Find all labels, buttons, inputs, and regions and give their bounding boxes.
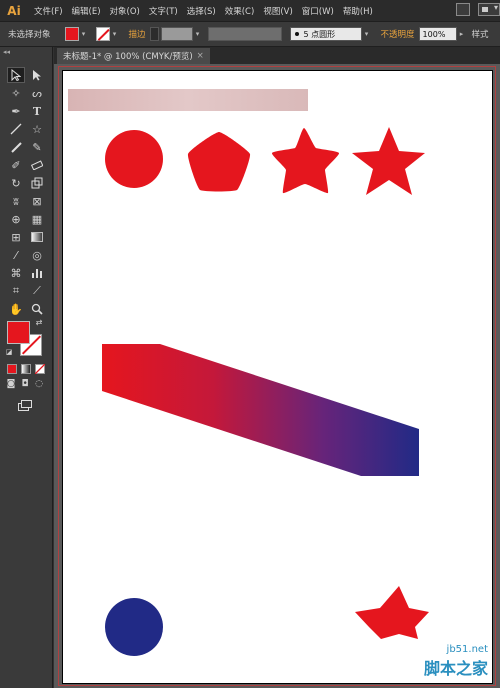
menu-view[interactable]: 视图(V): [263, 5, 292, 17]
watermark: jb51.net 脚本之家: [424, 644, 488, 679]
rounded-star-shape[interactable]: [271, 128, 340, 194]
blob-brush-tool-icon[interactable]: ✐: [7, 157, 25, 173]
stroke-label[interactable]: 描边: [129, 28, 146, 40]
bridge-icon[interactable]: [456, 3, 470, 16]
screen-mode-icon[interactable]: [16, 397, 34, 413]
menu-edit[interactable]: 编辑(E): [72, 5, 101, 17]
warp-tool-icon[interactable]: ʬ: [7, 193, 25, 209]
close-tab-icon[interactable]: ×: [197, 51, 204, 61]
stroke-dropdown-icon[interactable]: ▾: [111, 27, 119, 41]
document-tab-bar: 未标题-1* @ 100% (CMYK/预览) ×: [54, 47, 500, 64]
brush-dropdown-icon[interactable]: ▾: [363, 27, 371, 41]
menu-type[interactable]: 文字(T): [149, 5, 178, 17]
mesh-tool-icon[interactable]: ⊞: [7, 229, 25, 245]
column-graph-tool-icon[interactable]: [28, 265, 46, 281]
style-label[interactable]: 样式: [472, 28, 489, 40]
shape-builder-tool-icon[interactable]: ⊕: [7, 211, 25, 227]
gradient-band-shape[interactable]: [102, 344, 419, 476]
rounded-pentagon-shape[interactable]: [187, 132, 251, 192]
color-mode-icon[interactable]: [7, 364, 17, 374]
variable-width-profile[interactable]: [207, 27, 282, 41]
document-tab[interactable]: 未标题-1* @ 100% (CMYK/预览) ×: [57, 48, 210, 64]
direct-selection-tool-icon[interactable]: [28, 67, 46, 83]
brush-dot-icon: [294, 32, 299, 36]
selection-status: 未选择对象: [8, 30, 51, 40]
artboard[interactable]: jb51.net 脚本之家: [62, 70, 493, 684]
type-tool-icon[interactable]: T: [28, 103, 46, 119]
canvas-area[interactable]: jb51.net 脚本之家: [54, 64, 500, 688]
blue-circle-shape[interactable]: [105, 598, 163, 656]
draw-inside-icon[interactable]: ◌: [33, 378, 45, 390]
none-mode-icon[interactable]: [35, 364, 45, 374]
tools-panel: ◂◂ ✧ ᔕ ✒ T ☆ ✎ ✐ ↻ ʬ ⊠ ⊕ ▦ ⊞ ⁄ ◎ ⌘ ⌗ ⟋ ✋: [0, 47, 53, 688]
blend-tool-icon[interactable]: ◎: [28, 247, 46, 263]
arrange-documents-icon[interactable]: [478, 3, 500, 16]
swap-fill-stroke-icon[interactable]: ⇄: [34, 317, 44, 327]
opacity-dropdown-icon[interactable]: ▸: [458, 27, 466, 41]
eyedropper-tool-icon[interactable]: ⁄: [7, 247, 25, 263]
artboard-tool-icon[interactable]: ⌗: [7, 283, 25, 299]
app-logo: Ai: [7, 3, 21, 18]
red-circle-shape[interactable]: [105, 130, 163, 188]
hand-tool-icon[interactable]: ✋: [7, 301, 25, 317]
pencil-tool-icon[interactable]: ✎: [28, 139, 46, 155]
eraser-tool-icon[interactable]: [28, 157, 46, 173]
line-tool-icon[interactable]: [7, 121, 25, 137]
brush-definition[interactable]: 5 点圆形: [289, 27, 362, 41]
menu-window[interactable]: 窗口(W): [302, 5, 334, 17]
control-bar: 未选择对象 ▾ ▾ 描边 ▾ 5 点圆形 ▾ 不透明度 100% ▸ 样式: [0, 21, 500, 47]
menu-effect[interactable]: 效果(C): [225, 5, 255, 17]
menu-help[interactable]: 帮助(H): [343, 5, 373, 17]
menu-file[interactable]: 文件(F): [34, 5, 63, 17]
rotate-tool-icon[interactable]: ↻: [7, 175, 25, 191]
slice-tool-icon[interactable]: ⟋: [28, 283, 46, 299]
perspective-grid-tool-icon[interactable]: ▦: [28, 211, 46, 227]
red-star-shape[interactable]: [352, 127, 425, 195]
free-transform-tool-icon[interactable]: ⊠: [28, 193, 46, 209]
menu-select[interactable]: 选择(S): [187, 5, 216, 17]
draw-behind-icon[interactable]: ◘: [19, 378, 31, 390]
watermark-site: jb51.net: [446, 644, 488, 655]
lasso-tool-icon[interactable]: ᔕ: [28, 85, 46, 101]
menu-bar: Ai 文件(F) 编辑(E) 对象(O) 文字(T) 选择(S) 效果(C) 视…: [0, 0, 500, 21]
document-title: 未标题-1* @ 100% (CMYK/预览): [63, 52, 193, 62]
paintbrush-tool-icon[interactable]: [7, 139, 25, 155]
stroke-weight-dropdown-icon[interactable]: ▾: [194, 27, 202, 41]
bottom-red-star-shape[interactable]: [355, 586, 429, 639]
menu-object[interactable]: 对象(O): [110, 5, 140, 17]
opacity-field[interactable]: 100%: [418, 27, 457, 41]
draw-normal-icon[interactable]: ◙: [5, 378, 17, 390]
star-tool-icon[interactable]: ☆: [28, 121, 46, 137]
default-colors-icon[interactable]: ◪: [4, 347, 14, 357]
selection-tool-icon[interactable]: [7, 67, 25, 83]
gradient-mode-icon[interactable]: [21, 364, 31, 374]
fill-color-box[interactable]: [7, 321, 30, 344]
collapse-panel-icon[interactable]: ◂◂: [3, 48, 10, 56]
fill-color-swatch[interactable]: [64, 27, 79, 41]
gradient-tool-icon[interactable]: [28, 229, 46, 245]
opacity-value: 100%: [422, 29, 446, 39]
artwork-layer: [102, 127, 429, 656]
scale-tool-icon[interactable]: [28, 175, 46, 191]
magic-wand-tool-icon[interactable]: ✧: [7, 85, 25, 101]
stroke-weight-spinner[interactable]: [149, 27, 159, 41]
brush-value: 5 点圆形: [303, 29, 336, 39]
fill-dropdown-icon[interactable]: ▾: [80, 27, 88, 41]
stroke-color-swatch[interactable]: [95, 27, 110, 41]
zoom-tool-icon[interactable]: [28, 301, 46, 317]
stroke-weight-field[interactable]: [160, 27, 193, 41]
opacity-label[interactable]: 不透明度: [381, 28, 415, 40]
pen-tool-icon[interactable]: ✒: [7, 103, 25, 119]
symbol-sprayer-tool-icon[interactable]: ⌘: [7, 265, 25, 281]
watermark-name: 脚本之家: [423, 659, 488, 678]
